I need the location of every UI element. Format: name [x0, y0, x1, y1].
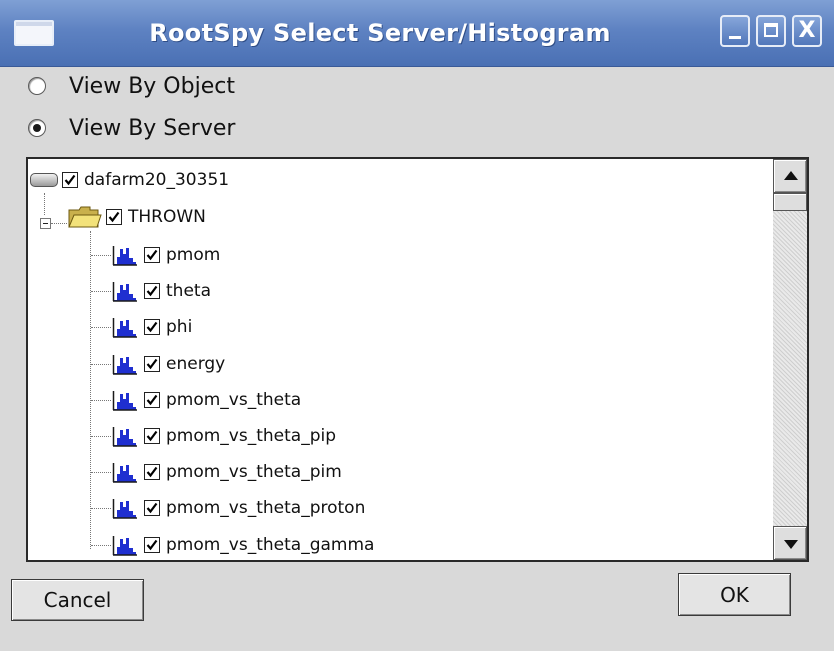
- minimize-icon: [729, 36, 741, 39]
- vertical-scrollbar[interactable]: [773, 159, 807, 560]
- histogram-label: theta: [166, 281, 211, 301]
- close-button[interactable]: X: [792, 15, 822, 47]
- radio-view-by-server[interactable]: View By Server: [28, 111, 235, 145]
- tree-connector: [91, 255, 111, 256]
- server-checkbox[interactable]: [62, 172, 78, 188]
- histogram-label: pmom_vs_theta_pip: [166, 426, 337, 446]
- arrow-up-icon: [784, 171, 798, 180]
- radio-view-by-object[interactable]: View By Object: [28, 69, 235, 103]
- tree-connector: [91, 291, 111, 292]
- histogram-icon: [112, 427, 137, 447]
- scroll-up-button[interactable]: [773, 159, 807, 193]
- tree-row-histogram[interactable]: pmom_vs_theta_pim: [112, 457, 342, 487]
- radio-button[interactable]: [28, 77, 46, 95]
- histogram-label: pmom_vs_theta: [166, 390, 302, 410]
- tree-row-histogram[interactable]: phi: [112, 312, 192, 342]
- radio-label: View By Object: [69, 73, 235, 99]
- window-title: RootSpy Select Server/Histogram: [149, 19, 611, 47]
- tree-connector: [91, 472, 111, 473]
- tree-content: dafarm20_30351 THROWN pmom theta phi energy…: [28, 159, 773, 560]
- ok-button[interactable]: OK: [678, 573, 791, 616]
- histogram-label: energy: [166, 354, 226, 374]
- histogram-label: pmom_vs_theta_gamma: [166, 535, 375, 555]
- histogram-icon: [112, 318, 137, 338]
- histogram-icon: [112, 463, 137, 483]
- minimize-button[interactable]: [720, 15, 750, 47]
- tree-row-folder[interactable]: THROWN: [68, 202, 206, 232]
- server-label: dafarm20_30351: [84, 170, 230, 190]
- histogram-checkbox[interactable]: [144, 500, 160, 516]
- tree-row-histogram[interactable]: pmom_vs_theta: [112, 385, 301, 415]
- radio-label: View By Server: [69, 115, 236, 141]
- histogram-label: pmom_vs_theta_pim: [166, 462, 342, 482]
- histogram-icon: [112, 282, 137, 302]
- folder-icon: [68, 206, 102, 228]
- tree-connector: [91, 327, 111, 328]
- histogram-label: pmom: [166, 245, 221, 265]
- histogram-checkbox[interactable]: [144, 247, 160, 263]
- histogram-label: phi: [166, 317, 193, 337]
- tree-row-histogram[interactable]: pmom_vs_theta_proton: [112, 493, 365, 523]
- histogram-checkbox[interactable]: [144, 464, 160, 480]
- maximize-button[interactable]: [756, 15, 786, 47]
- tree-connector: [51, 223, 67, 224]
- maximize-icon: [764, 23, 778, 37]
- tree-view[interactable]: dafarm20_30351 THROWN pmom theta phi energy…: [26, 157, 809, 562]
- histogram-icon: [112, 246, 137, 266]
- histogram-icon: [112, 536, 137, 556]
- tree-row-server[interactable]: dafarm20_30351: [30, 165, 229, 195]
- close-icon: X: [798, 18, 816, 43]
- tree-connector: [91, 545, 111, 546]
- histogram-icon: [112, 391, 137, 411]
- tree-connector: [91, 364, 111, 365]
- tree-connector: [91, 400, 111, 401]
- histogram-checkbox[interactable]: [144, 283, 160, 299]
- histogram-checkbox[interactable]: [144, 428, 160, 444]
- tree-connector: [90, 231, 91, 549]
- histogram-icon: [112, 499, 137, 519]
- folder-label: THROWN: [128, 207, 206, 227]
- server-icon: [30, 173, 58, 187]
- tree-connector: [91, 436, 111, 437]
- histogram-checkbox[interactable]: [144, 356, 160, 372]
- tree-row-histogram[interactable]: energy: [112, 349, 225, 379]
- title-bar[interactable]: RootSpy Select Server/Histogram X: [0, 0, 834, 67]
- cancel-button[interactable]: Cancel: [11, 579, 144, 621]
- histogram-checkbox[interactable]: [144, 537, 160, 553]
- collapse-toggle[interactable]: [40, 218, 51, 229]
- window-menu-icon[interactable]: [14, 20, 54, 46]
- histogram-checkbox[interactable]: [144, 319, 160, 335]
- histogram-icon: [112, 355, 137, 375]
- folder-checkbox[interactable]: [106, 209, 122, 225]
- scroll-down-button[interactable]: [773, 526, 807, 560]
- tree-row-histogram[interactable]: pmom_vs_theta_gamma: [112, 530, 374, 560]
- tree-connector: [44, 193, 45, 215]
- histogram-label: pmom_vs_theta_proton: [166, 498, 366, 518]
- scroll-thumb[interactable]: [773, 193, 807, 211]
- histogram-checkbox[interactable]: [144, 392, 160, 408]
- tree-row-histogram[interactable]: theta: [112, 276, 211, 306]
- tree-row-histogram[interactable]: pmom_vs_theta_pip: [112, 421, 336, 451]
- tree-row-histogram[interactable]: pmom: [112, 240, 220, 270]
- radio-button[interactable]: [28, 119, 46, 137]
- tree-connector: [91, 508, 111, 509]
- arrow-down-icon: [784, 540, 798, 549]
